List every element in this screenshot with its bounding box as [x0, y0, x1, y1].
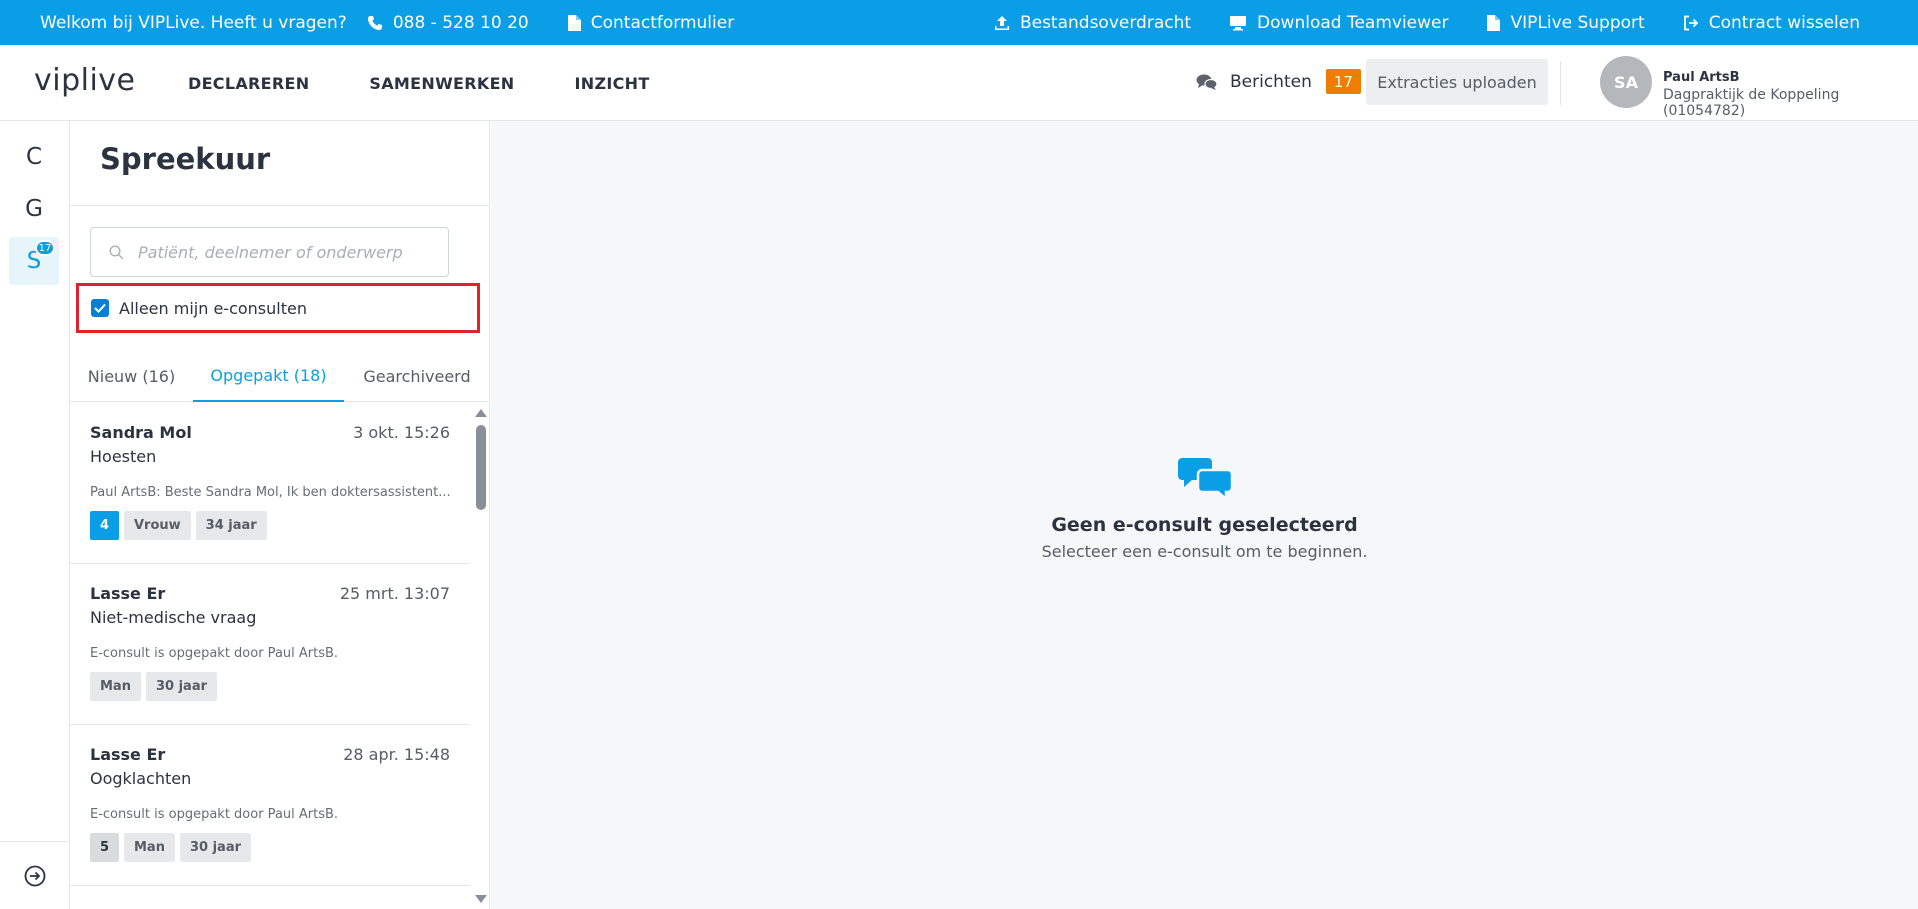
- checkmark-icon: [94, 303, 106, 313]
- consult-subject: Niet-medische vraag: [90, 608, 257, 627]
- file-transfer-label: Bestandsoverdracht: [1019, 12, 1192, 33]
- empty-state-subtitle: Selecteer een e-consult om te beginnen.: [1041, 542, 1368, 561]
- messages-button[interactable]: Berichten 17: [1196, 69, 1361, 94]
- sign-out-icon: [1683, 15, 1698, 30]
- consult-tags: Man 30 jaar: [90, 672, 217, 701]
- search-input[interactable]: [138, 242, 428, 262]
- consult-list-scrollbar[interactable]: [472, 403, 488, 909]
- main-navigation: DECLAREREN SAMENWERKEN INZICHT: [188, 45, 650, 121]
- panel-divider: [70, 205, 489, 206]
- tab-nieuw[interactable]: Nieuw (16): [70, 350, 193, 402]
- switch-contract-link[interactable]: Contract wisselen: [1683, 13, 1860, 33]
- user-name[interactable]: Paul ArtsB: [1663, 70, 1740, 85]
- rail-notification-badge: 17: [35, 240, 55, 256]
- rail-item-g-label: G: [25, 196, 43, 222]
- consult-card[interactable]: Sandra Mol 3 okt. 15:26 Hoesten Paul Art…: [70, 403, 470, 564]
- priority-badge: 4: [90, 511, 119, 540]
- support-link[interactable]: VIPLive Support: [1486, 12, 1645, 33]
- arrow-right-circle-icon[interactable]: [24, 865, 46, 887]
- page-title: Spreekuur: [100, 142, 271, 176]
- consult-preview: E-consult is opgepakt door Paul ArtsB.: [90, 807, 339, 822]
- header-divider: [1560, 61, 1561, 105]
- consult-list: Sandra Mol 3 okt. 15:26 Hoesten Paul Art…: [70, 403, 470, 909]
- document-icon: [1487, 14, 1501, 31]
- patient-name: Lasse Er: [90, 584, 166, 603]
- gender-tag: Man: [124, 833, 175, 862]
- consult-card[interactable]: Lasse Er 28 apr. 15:48 Oogklachten E-con…: [70, 725, 470, 886]
- document-icon: [567, 14, 581, 31]
- module-rail: C G S 17: [0, 121, 70, 909]
- viplive-logo[interactable]: viplive: [34, 63, 136, 98]
- teamviewer-label: Download Teamviewer: [1257, 12, 1449, 33]
- messages-count-badge: 17: [1325, 69, 1361, 94]
- file-transfer-link[interactable]: Bestandsoverdracht: [994, 13, 1191, 33]
- top-info-bar: Welkom bij VIPLive. Heeft u vragen? 088 …: [0, 0, 1918, 45]
- main-header: viplive DECLAREREN SAMENWERKEN INZICHT B…: [0, 45, 1918, 121]
- rail-item-g[interactable]: G: [9, 185, 59, 233]
- contact-form-link[interactable]: Contactformulier: [567, 13, 734, 33]
- support-label: VIPLive Support: [1510, 12, 1645, 33]
- consult-preview: Paul ArtsB: Beste Sandra Mol, Ik ben dok…: [90, 485, 451, 500]
- phone-number: 088 - 528 10 20: [392, 12, 529, 33]
- consult-subject: Hoesten: [90, 447, 157, 466]
- scroll-thumb[interactable]: [476, 425, 486, 510]
- patient-name: Lasse Er: [90, 745, 166, 764]
- messages-label: Berichten: [1230, 71, 1312, 92]
- phone-icon: [367, 15, 382, 30]
- rail-footer: [0, 841, 70, 909]
- only-my-consults-filter[interactable]: Alleen mijn e-consulten: [76, 283, 480, 333]
- teamviewer-link[interactable]: Download Teamviewer: [1229, 13, 1448, 33]
- only-my-consults-checkbox[interactable]: [91, 299, 109, 317]
- consult-date: 25 mrt. 13:07: [339, 584, 450, 603]
- consult-detail-area: Geen e-consult geselecteerd Selecteer ee…: [491, 121, 1918, 909]
- upload-icon: [994, 15, 1009, 30]
- consult-card[interactable]: Lasse Er 25 mrt. 13:07 Niet-medische vra…: [70, 564, 470, 725]
- rail-item-c[interactable]: C: [9, 133, 59, 181]
- only-my-consults-label: Alleen mijn e-consulten: [119, 298, 307, 318]
- age-tag: 34 jaar: [195, 511, 267, 540]
- status-tabs: Nieuw (16) Opgepakt (18) Gearchiveerd: [70, 350, 489, 402]
- gender-tag: Man: [90, 672, 141, 701]
- welcome-text: Welkom bij VIPLive. Heeft u vragen?: [40, 12, 347, 33]
- switch-contract-label: Contract wisselen: [1708, 12, 1860, 33]
- phone-link[interactable]: 088 - 528 10 20: [367, 13, 529, 33]
- age-tag: 30 jaar: [179, 833, 251, 862]
- consult-tags: 4 Vrouw 34 jaar: [90, 511, 267, 540]
- contact-form-label: Contactformulier: [590, 12, 735, 33]
- consult-tags: 5 Man 30 jaar: [90, 833, 251, 862]
- patient-name: Sandra Mol: [90, 423, 192, 442]
- consult-date: 3 okt. 15:26: [353, 423, 450, 442]
- upload-extractions-button[interactable]: Extracties uploaden: [1366, 59, 1548, 105]
- empty-state-title: Geen e-consult geselecteerd: [1051, 514, 1358, 536]
- gender-tag: Vrouw: [124, 511, 191, 540]
- consult-subject: Oogklachten: [90, 769, 192, 788]
- scroll-down-arrow-icon[interactable]: [475, 895, 487, 903]
- chat-bubbles-icon: [1196, 74, 1218, 90]
- chat-bubbles-icon: [1177, 458, 1232, 500]
- consult-date: 28 apr. 15:48: [343, 745, 450, 764]
- user-avatar[interactable]: SA: [1600, 56, 1652, 108]
- monitor-icon: [1230, 15, 1247, 30]
- scroll-up-arrow-icon[interactable]: [475, 409, 487, 417]
- tab-gearchiveerd[interactable]: Gearchiveerd: [344, 350, 489, 402]
- empty-state: Geen e-consult geselecteerd Selecteer ee…: [491, 456, 1918, 561]
- consult-list-panel: Spreekuur Alleen mijn e-consulten Nieuw …: [70, 121, 490, 909]
- consult-preview: E-consult is opgepakt door Paul ArtsB.: [90, 646, 339, 661]
- nav-declareren[interactable]: DECLAREREN: [188, 74, 309, 93]
- priority-badge: 5: [90, 833, 119, 862]
- search-box[interactable]: [90, 227, 449, 277]
- rail-item-c-label: C: [25, 144, 43, 170]
- tab-opgepakt[interactable]: Opgepakt (18): [193, 350, 344, 402]
- rail-item-s[interactable]: S 17: [9, 237, 59, 285]
- search-icon: [109, 244, 124, 259]
- user-organization: Dagpraktijk de Koppeling (01054782): [1663, 87, 1840, 119]
- nav-inzicht[interactable]: INZICHT: [575, 74, 650, 93]
- age-tag: 30 jaar: [145, 672, 217, 701]
- nav-samenwerken[interactable]: SAMENWERKEN: [369, 74, 514, 93]
